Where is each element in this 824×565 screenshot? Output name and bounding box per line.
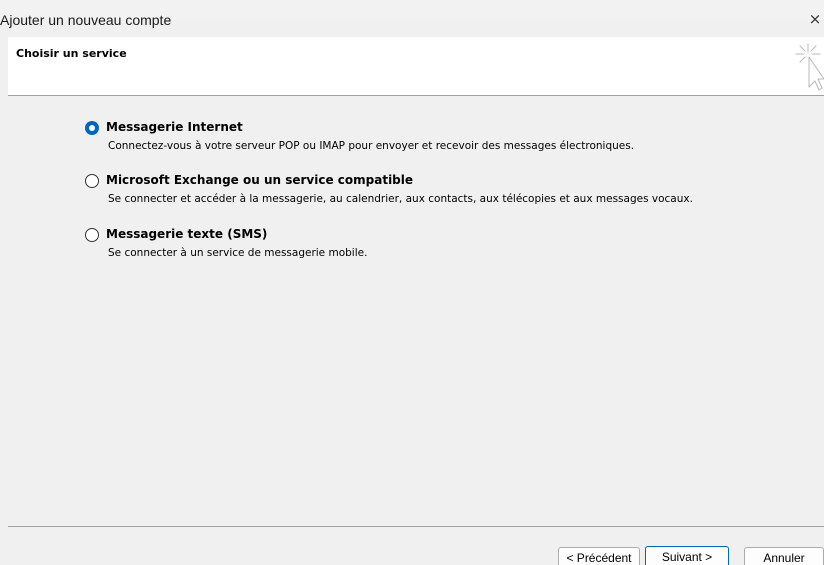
previous-button[interactable]: < Précédent [558, 547, 640, 565]
radio-exchange[interactable] [85, 174, 99, 188]
option-description: Connectez-vous à votre serveur POP ou IM… [108, 140, 635, 152]
header-panel [8, 37, 824, 95]
add-account-dialog: Ajouter un nouveau compte × Choisir un s… [0, 0, 824, 565]
radio-internet-email[interactable] [85, 121, 99, 135]
radio-sms[interactable] [85, 228, 99, 242]
close-button[interactable]: × [808, 10, 822, 28]
wizard-cursor-icon [795, 43, 824, 91]
option-description: Se connecter et accéder à la messagerie,… [108, 193, 693, 205]
next-button[interactable]: Suivant > [645, 546, 729, 565]
option-label[interactable]: Messagerie Internet [106, 120, 243, 134]
service-options-panel [8, 96, 824, 526]
option-label[interactable]: Microsoft Exchange ou un service compati… [106, 173, 413, 187]
cancel-button[interactable]: Annuler [744, 547, 824, 565]
section-title: Choisir un service [16, 47, 127, 60]
option-description: Se connecter à un service de messagerie … [108, 247, 368, 259]
footer-divider [8, 526, 824, 527]
window-title: Ajouter un nouveau compte [0, 12, 172, 28]
option-label[interactable]: Messagerie texte (SMS) [106, 227, 267, 241]
